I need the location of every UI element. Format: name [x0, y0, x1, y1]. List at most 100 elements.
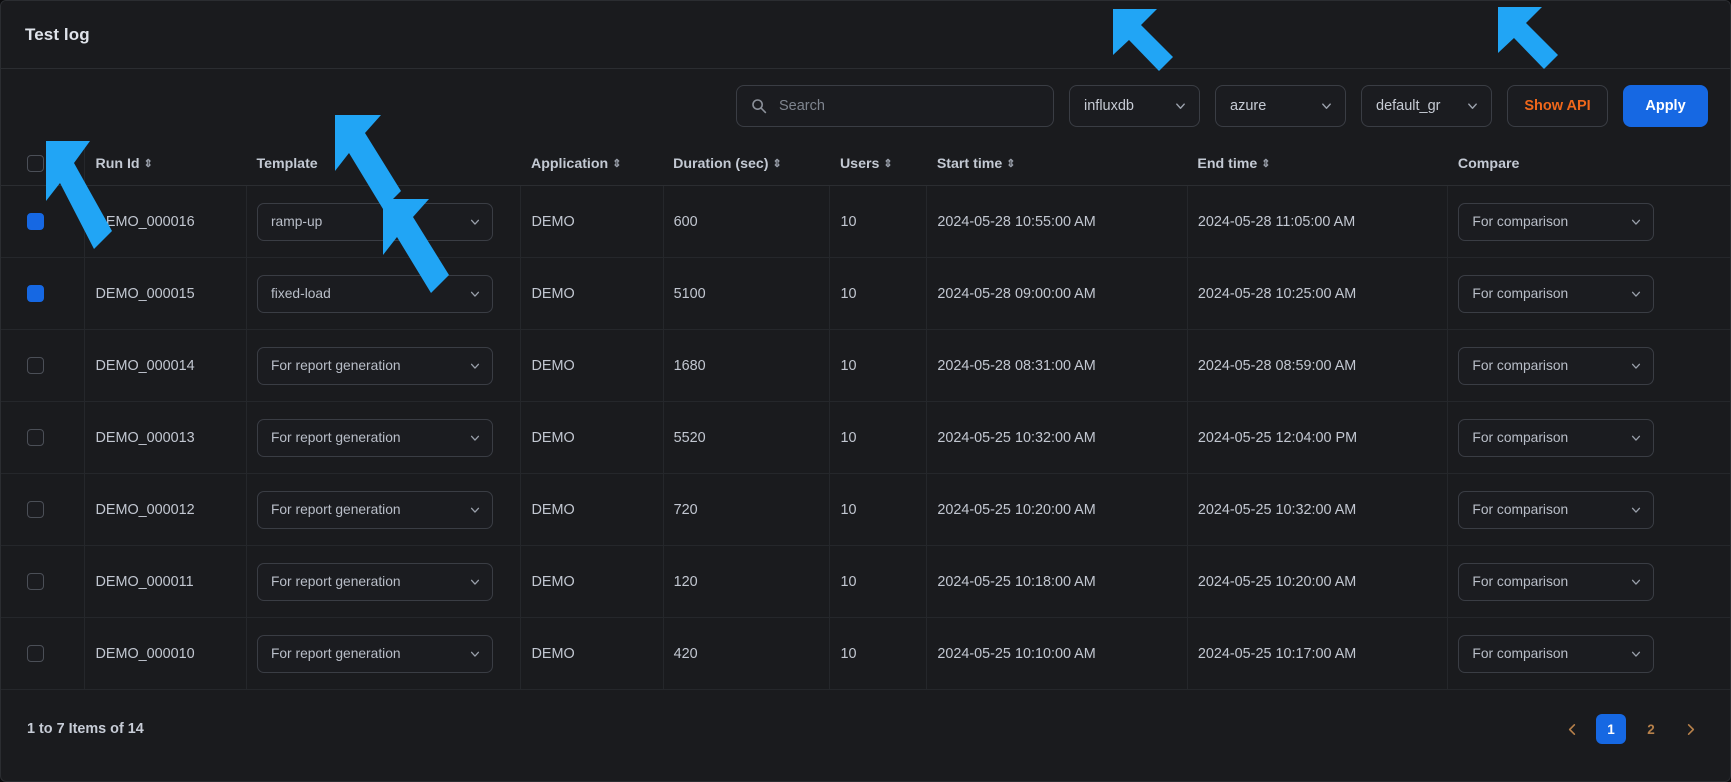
column-label: Duration (sec): [673, 155, 769, 172]
environment-select[interactable]: azure: [1215, 85, 1346, 127]
apply-button[interactable]: Apply: [1623, 85, 1708, 127]
chevron-down-icon: [469, 288, 481, 300]
table-row: DEMO_000013 For report generation DEMO 5520…: [1, 401, 1730, 474]
table-row: DEMO_000014 For report generation DEMO 1680…: [1, 329, 1730, 402]
template-select[interactable]: For report generation: [256, 490, 493, 529]
column-header-runid[interactable]: Run Id ⇕: [84, 143, 247, 186]
compare-select[interactable]: For comparison: [1458, 634, 1655, 673]
template-select[interactable]: ramp-up: [256, 202, 493, 241]
show-api-button[interactable]: Show API: [1507, 85, 1608, 127]
compare-select-value: For comparison: [1472, 358, 1569, 373]
select-all-checkbox[interactable]: [27, 155, 44, 172]
column-header-template[interactable]: Template: [246, 143, 521, 186]
group-select[interactable]: default_gr: [1361, 85, 1492, 127]
template-select-value: For report generation: [270, 502, 401, 517]
cell-duration: 5100: [663, 257, 831, 330]
row-checkbox[interactable]: [27, 213, 44, 230]
compare-select-value: For comparison: [1472, 430, 1569, 445]
filter-toolbar: influxdb azure default_gr S: [1, 69, 1730, 143]
cell-compare: For comparison: [1447, 617, 1730, 690]
template-select[interactable]: fixed-load: [256, 274, 493, 313]
template-select[interactable]: For report generation: [256, 346, 493, 385]
group-select-value: default_gr: [1376, 98, 1441, 114]
search-input[interactable]: [779, 86, 1053, 126]
cell-template: For report generation: [246, 545, 522, 618]
column-header-users[interactable]: Users ⇕: [829, 143, 927, 186]
page-header: Test log: [1, 1, 1730, 69]
cell-run-id: DEMO_000010: [84, 617, 247, 690]
table-row: DEMO_000016 ramp-up DEMO 600 10 2024-05-28 10…: [1, 185, 1730, 258]
compare-select-value: For comparison: [1472, 502, 1569, 517]
compare-select[interactable]: For comparison: [1458, 490, 1655, 529]
cell-duration: 720: [663, 473, 831, 546]
cell-compare: For comparison: [1447, 257, 1730, 330]
column-header-application[interactable]: Application ⇕: [520, 143, 664, 186]
template-select-value: For report generation: [270, 574, 401, 589]
compare-select[interactable]: For comparison: [1458, 346, 1655, 385]
cell-start-time: 2024-05-28 08:31:00 AM: [926, 329, 1188, 402]
compare-select-value: For comparison: [1472, 574, 1569, 589]
row-checkbox[interactable]: [27, 357, 44, 374]
cell-end-time: 2024-05-28 10:25:00 AM: [1187, 257, 1449, 330]
cell-start-time: 2024-05-25 10:10:00 AM: [926, 617, 1188, 690]
page-button-2[interactable]: 2: [1636, 714, 1666, 744]
row-checkbox[interactable]: [27, 645, 44, 662]
compare-select[interactable]: For comparison: [1458, 562, 1655, 601]
row-checkbox[interactable]: [27, 501, 44, 518]
row-checkbox[interactable]: [27, 429, 44, 446]
cell-users: 10: [829, 329, 928, 402]
cell-template: ramp-up: [246, 185, 522, 258]
chevron-down-icon: [1630, 360, 1642, 372]
cell-end-time: 2024-05-28 08:59:00 AM: [1187, 329, 1449, 402]
cell-run-id: DEMO_000016: [84, 185, 247, 258]
chevron-down-icon: [1630, 216, 1642, 228]
page-button-1[interactable]: 1: [1596, 714, 1626, 744]
column-header-compare: Compare: [1447, 143, 1730, 186]
template-select[interactable]: For report generation: [256, 634, 493, 673]
sort-icon: ⇕: [883, 157, 893, 170]
cell-run-id: DEMO_000011: [84, 545, 247, 618]
chevron-down-icon: [1174, 100, 1187, 113]
sort-icon: ⇕: [143, 157, 153, 170]
column-header-end-time[interactable]: End time ⇕: [1187, 143, 1448, 186]
cell-application: DEMO: [520, 257, 664, 330]
database-select-value: influxdb: [1084, 98, 1134, 114]
column-label: Run Id: [95, 155, 140, 172]
column-header-start-time[interactable]: Start time ⇕: [926, 143, 1188, 186]
cell-users: 10: [829, 401, 928, 474]
compare-select[interactable]: For comparison: [1458, 202, 1655, 241]
cell-end-time: 2024-05-25 10:32:00 AM: [1187, 473, 1449, 546]
compare-select[interactable]: For comparison: [1458, 274, 1655, 313]
cell-compare: For comparison: [1447, 185, 1730, 258]
template-select-value: For report generation: [270, 430, 401, 445]
cell-application: DEMO: [520, 473, 664, 546]
cell-duration: 120: [663, 545, 831, 618]
sort-icon: ⇕: [1006, 157, 1016, 170]
search-box[interactable]: [736, 85, 1054, 127]
row-checkbox[interactable]: [27, 285, 44, 302]
template-select[interactable]: For report generation: [256, 562, 493, 601]
row-select-cell: [1, 473, 86, 546]
template-select[interactable]: For report generation: [256, 418, 493, 457]
compare-select-value: For comparison: [1472, 214, 1569, 229]
cell-users: 10: [829, 257, 928, 330]
cell-users: 10: [829, 545, 928, 618]
chevron-down-icon: [469, 216, 481, 228]
cell-end-time: 2024-05-25 10:20:00 AM: [1187, 545, 1449, 618]
table-row: DEMO_000010 For report generation DEMO 420 1…: [1, 617, 1730, 690]
row-checkbox[interactable]: [27, 573, 44, 590]
chevron-down-icon: [1630, 432, 1642, 444]
cell-duration: 420: [663, 617, 831, 690]
previous-page-button[interactable]: [1558, 715, 1586, 743]
compare-select[interactable]: For comparison: [1458, 418, 1655, 457]
column-header-duration[interactable]: Duration (sec) ⇕: [663, 143, 830, 186]
cell-duration: 5520: [663, 401, 831, 474]
test-log-window: Test log influxdb azure: [0, 0, 1731, 782]
database-select[interactable]: influxdb: [1069, 85, 1200, 127]
cell-run-id: DEMO_000015: [84, 257, 247, 330]
cell-template: For report generation: [246, 329, 522, 402]
next-page-button[interactable]: [1676, 715, 1704, 743]
chevron-down-icon: [1630, 504, 1642, 516]
table-row: DEMO_000012 For report generation DEMO 720 1…: [1, 473, 1730, 546]
row-select-cell: [1, 329, 86, 402]
